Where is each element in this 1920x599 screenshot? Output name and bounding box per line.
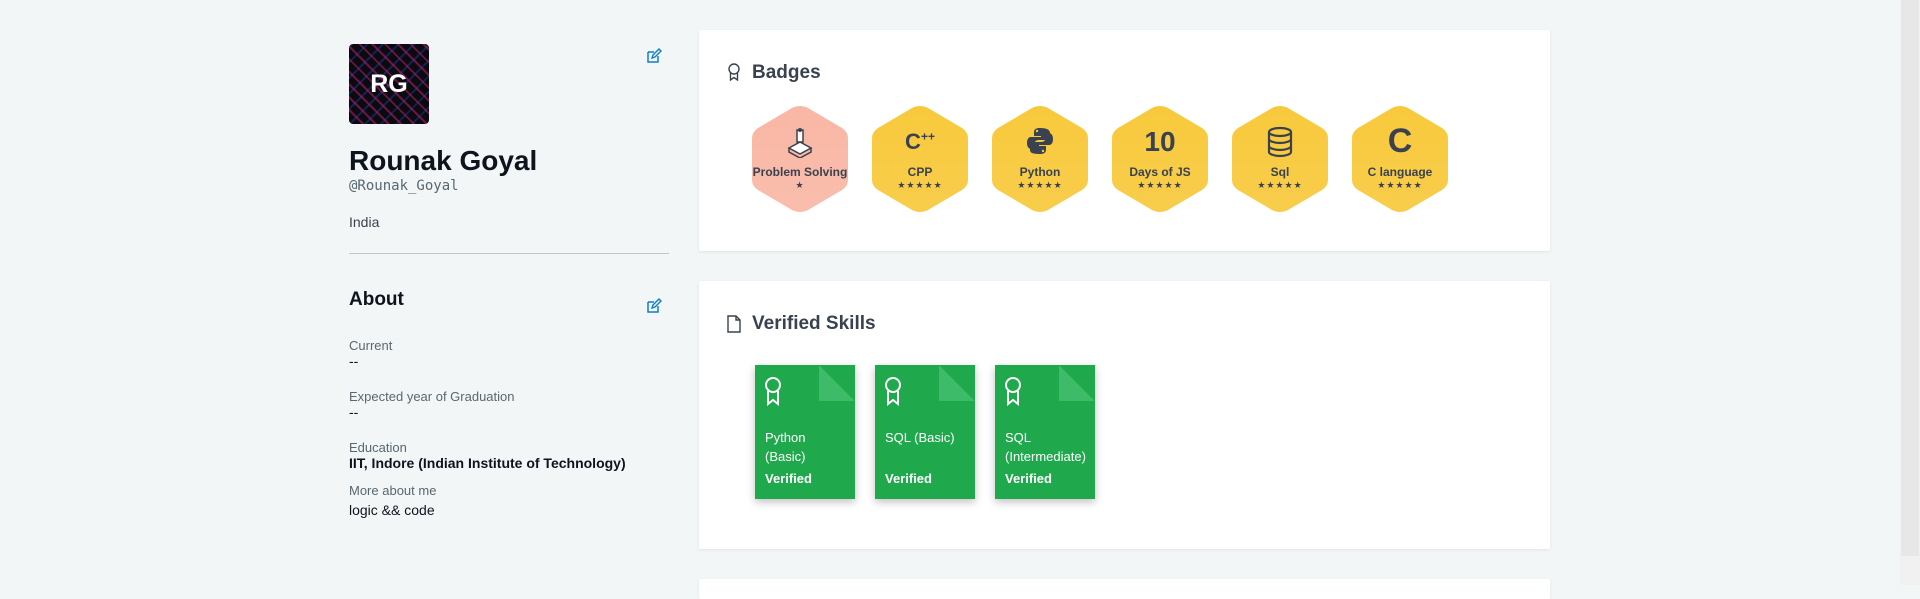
field-value: logic && code [349, 502, 435, 518]
field-education: Education IIT, Indore (Indian Institute … [349, 440, 669, 471]
field-label: Expected year of Graduation [349, 389, 515, 404]
skill-name: SQL (Basic) [885, 430, 955, 445]
skill-card-python-basic[interactable]: Python (Basic) Verified [755, 365, 855, 499]
badge-stars: ★★★★★ [1137, 180, 1183, 190]
scrollbar-thumb[interactable] [1901, 0, 1919, 556]
badge-hexagon [1112, 106, 1208, 212]
skill-status: Verified [1005, 471, 1052, 486]
corner-fold [819, 365, 855, 401]
badge-hexagon [872, 106, 968, 212]
badge-c-language[interactable]: C C language ★★★★★ [1350, 104, 1450, 214]
cpp-icon: C++ [905, 129, 935, 154]
badge-stars: ★★★★★ [897, 180, 943, 190]
avatar-initials: RG [370, 69, 408, 98]
profile-sidebar: RG Rounak Goyal @Rounak_Goyal India Abou… [349, 44, 669, 518]
edit-about-icon[interactable] [646, 298, 662, 314]
skill-status: Verified [765, 471, 812, 486]
avatar: RG [349, 44, 429, 124]
edit-profile-icon[interactable] [646, 48, 662, 64]
badge-cpp[interactable]: C++ CPP ★★★★★ [870, 104, 970, 214]
field-value: -- [349, 353, 359, 369]
badge-problem-solving[interactable]: Problem Solving ★ [750, 104, 850, 214]
sql-database-icon [1230, 126, 1330, 163]
badge-python[interactable]: Python ★★★★★ [990, 104, 1090, 214]
skill-name: Python (Basic) [765, 430, 806, 464]
badge-sql[interactable]: Sql ★★★★★ [1230, 104, 1330, 214]
field-value: IIT, Indore (Indian Institute of Technol… [349, 455, 626, 471]
badge-days-of-js[interactable]: 10 Days of JS ★★★★★ [1110, 104, 1210, 214]
skill-status: Verified [885, 471, 932, 486]
award-icon [1005, 377, 1021, 406]
award-icon [885, 377, 901, 406]
next-card [699, 579, 1550, 599]
badges-title: Badges [752, 62, 821, 83]
badge-label: C language [1367, 165, 1433, 179]
badge-label: Sql [1270, 165, 1290, 179]
divider [349, 253, 669, 254]
badge-label: Days of JS [1129, 165, 1191, 179]
skill-card-sql-intermediate[interactable]: SQL (Intermediate) Verified [995, 365, 1095, 499]
field-graduation: Expected year of Graduation -- [349, 389, 669, 420]
python-icon [990, 126, 1090, 161]
profile-country: India [349, 214, 380, 230]
badge-stars: ★★★★★ [1257, 180, 1303, 190]
field-label: Education [349, 440, 407, 455]
badge-label: CPP [907, 165, 933, 179]
field-current: Current -- [349, 338, 669, 369]
corner-fold [1059, 365, 1095, 401]
badge-stars: ★★★★★ [1017, 180, 1063, 190]
corner-fold [939, 365, 975, 401]
skill-name: SQL (Intermediate) [1005, 430, 1086, 464]
document-icon [727, 315, 741, 333]
field-more-about-me: More about me logic && code [349, 483, 669, 518]
profile-name: Rounak Goyal [349, 145, 538, 176]
profile-handle: @Rounak_Goyal [349, 178, 459, 194]
badge-stars: ★★★★★ [1377, 180, 1423, 190]
verified-skills-title: Verified Skills [752, 313, 876, 334]
badge-label: Python [1019, 165, 1061, 179]
badge-stars: ★ [795, 180, 805, 190]
field-label: Current [349, 338, 393, 353]
field-value: -- [349, 404, 359, 420]
badge-label: Problem Solving [752, 165, 848, 179]
about-title: About [349, 289, 404, 310]
award-icon [765, 377, 781, 406]
field-label: More about me [349, 483, 437, 498]
problem-solving-icon [750, 126, 850, 163]
skill-card-sql-basic[interactable]: SQL (Basic) Verified [875, 365, 975, 499]
ribbon-icon [728, 63, 740, 81]
c-language-icon: C [1387, 122, 1413, 160]
days-of-js-icon: 10 [1144, 126, 1176, 157]
